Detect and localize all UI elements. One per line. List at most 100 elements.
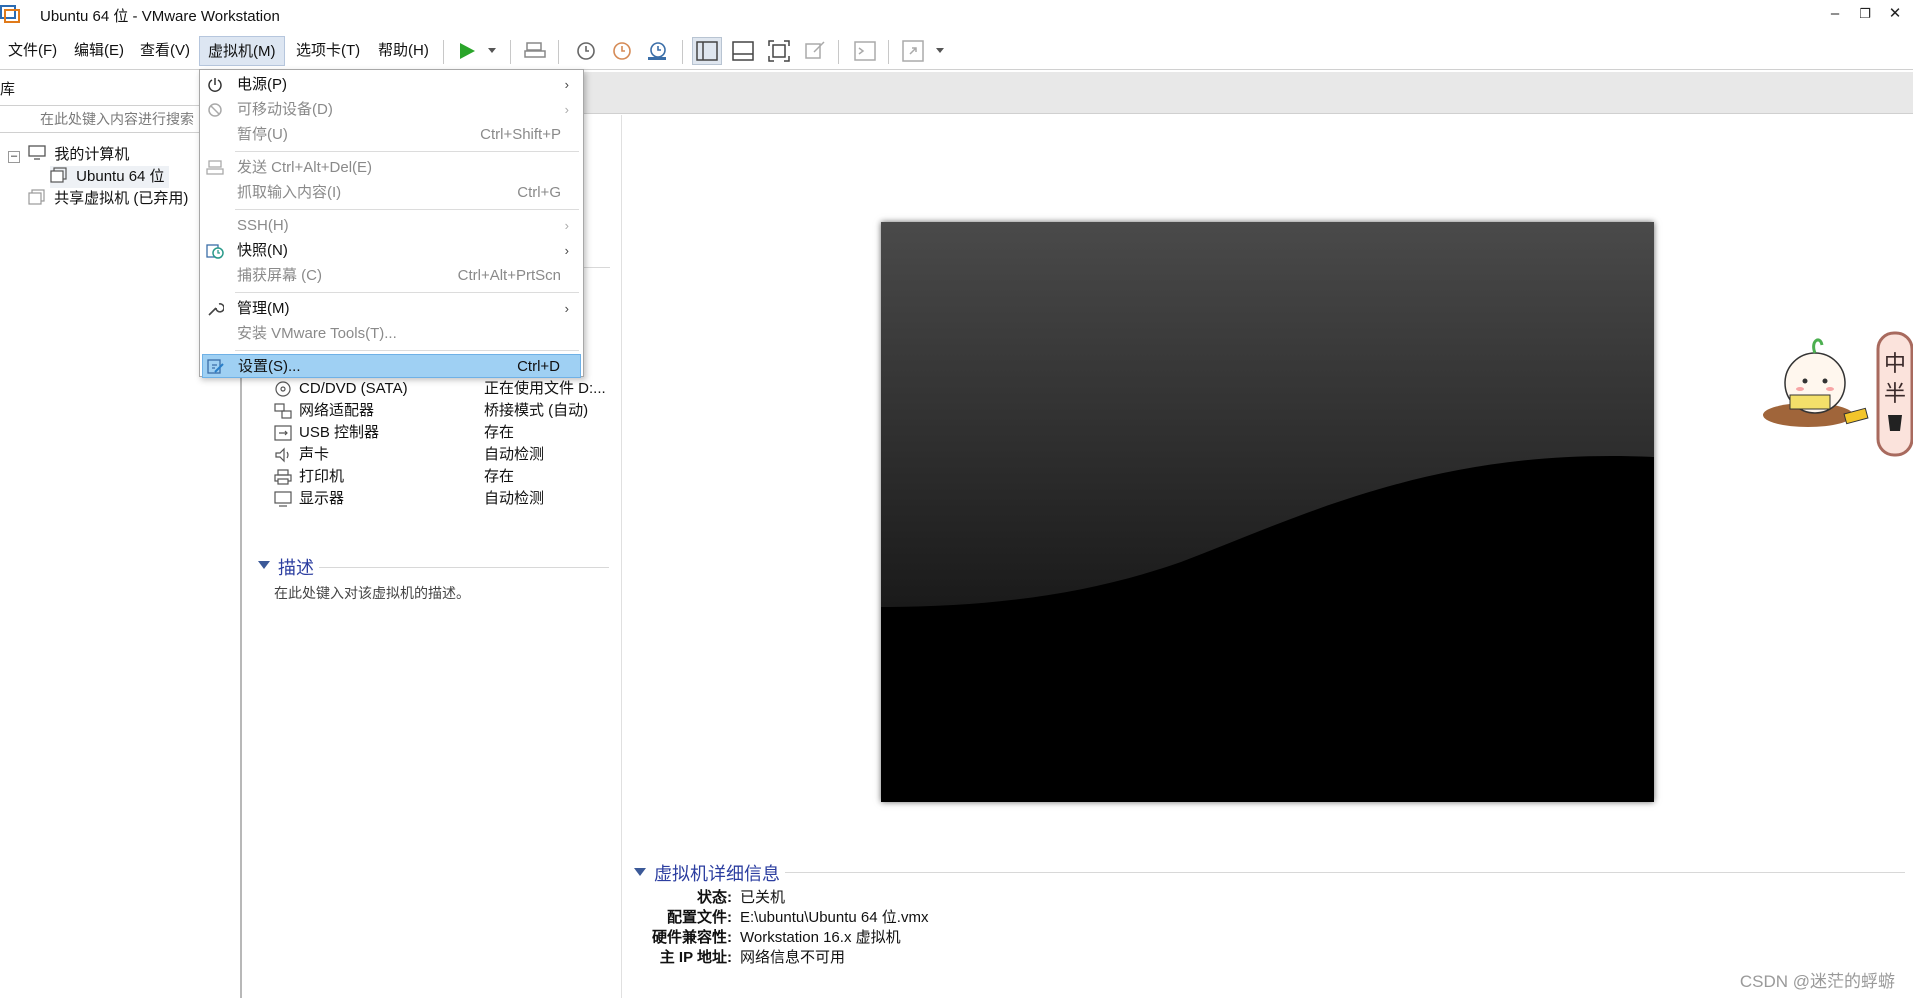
description-divider	[319, 567, 609, 568]
menu-label: 设置(S)...	[238, 358, 301, 375]
menu-shortcut: Ctrl+Shift+P	[480, 126, 561, 143]
menu-separator	[235, 292, 579, 293]
device-name: 网络适配器	[299, 402, 375, 419]
menu-label: 捕获屏幕 (C)	[237, 267, 322, 284]
tree-label: 共享虚拟机 (已弃用)	[54, 190, 189, 207]
revert-snapshot-icon	[613, 42, 631, 60]
restore-button[interactable]: ❐	[1850, 2, 1880, 26]
tree-label: Ubuntu 64 位	[76, 168, 165, 185]
device-row[interactable]: 打印机 存在	[274, 465, 614, 489]
vm-detail-key: 硬件兼容性:	[652, 929, 732, 946]
menu-tabs[interactable]: 选项卡(T)	[288, 36, 368, 66]
device-value: 桥接模式 (自动)	[484, 402, 589, 419]
snapshot-icon	[206, 244, 224, 259]
library-layout-icon	[696, 41, 718, 61]
snapshot-clock-icon	[577, 42, 595, 60]
device-row[interactable]: 网络适配器 桥接模式 (自动)	[274, 399, 614, 423]
vm-details-title[interactable]: 虚拟机详细信息	[654, 860, 780, 886]
device-name: 打印机	[299, 468, 345, 485]
vmware-app-icon	[0, 5, 20, 23]
snapshot-manager-icon	[648, 42, 666, 60]
console-view-button[interactable]	[850, 37, 880, 65]
menu-label: SSH(H)	[237, 217, 289, 234]
chevron-right-icon: ›	[564, 102, 569, 117]
device-row[interactable]: 声卡 自动检测	[274, 443, 614, 467]
settings-icon	[207, 359, 224, 374]
description-title[interactable]: 描述	[278, 554, 314, 580]
monitor-icon	[274, 491, 292, 507]
tree-item-shared-vms[interactable]: 共享虚拟机 (已弃用)	[28, 188, 188, 210]
device-name: CD/DVD (SATA)	[299, 380, 408, 397]
full-screen-icon	[768, 40, 790, 62]
menu-item-install-tools[interactable]: 安装 VMware Tools(T)...	[202, 322, 581, 346]
vm-dropdown-menu: 电源(P) › 可移动设备(D) › 暂停(U) Ctrl+Shift+P 发送…	[199, 69, 584, 378]
unity-button[interactable]	[800, 37, 830, 65]
device-value: 存在	[484, 468, 515, 485]
menu-item-pause[interactable]: 暂停(U) Ctrl+Shift+P	[202, 123, 581, 147]
menu-help[interactable]: 帮助(H)	[370, 36, 437, 66]
menu-edit[interactable]: 编辑(E)	[66, 36, 132, 66]
device-value: 自动检测	[484, 490, 545, 507]
tree-item-my-computer[interactable]: – 我的计算机	[8, 144, 129, 166]
send-cad-button[interactable]	[520, 37, 550, 65]
stretch-dropdown-arrow[interactable]	[936, 48, 944, 53]
sticker-text-1: 中	[1884, 352, 1906, 377]
chevron-right-icon: ›	[564, 301, 569, 316]
revert-snapshot-button[interactable]	[606, 37, 636, 65]
thumbnail-bar-button[interactable]	[728, 37, 758, 65]
menu-vm[interactable]: 虚拟机(M)	[199, 36, 285, 66]
computer-icon	[28, 145, 46, 160]
menu-item-settings[interactable]: 设置(S)... Ctrl+D	[202, 354, 581, 378]
collapse-icon[interactable]: –	[8, 151, 20, 163]
menu-label: 可移动设备(D)	[237, 101, 333, 118]
keyboard-send-icon	[206, 160, 224, 175]
device-row[interactable]: 显示器 自动检测	[274, 487, 614, 511]
menu-item-snapshot[interactable]: 快照(N) ›	[202, 239, 581, 263]
collapse-triangle-icon[interactable]	[634, 868, 646, 876]
power-dropdown-arrow[interactable]	[488, 48, 496, 53]
device-row[interactable]: USB 控制器 存在	[274, 421, 614, 445]
snapshot-manager-button[interactable]	[642, 37, 672, 65]
menu-file[interactable]: 文件(F)	[0, 36, 65, 66]
menu-separator	[235, 350, 579, 351]
menu-label: 暂停(U)	[237, 126, 288, 143]
power-on-button[interactable]	[452, 37, 482, 65]
menu-item-grab-input[interactable]: 抓取输入内容(I) Ctrl+G	[202, 181, 581, 205]
menu-item-removable-devices[interactable]: 可移动设备(D) ›	[202, 98, 581, 122]
menu-item-send-cad[interactable]: 发送 Ctrl+Alt+Del(E)	[202, 156, 581, 180]
stretch-guest-button[interactable]	[898, 37, 928, 65]
device-name: 显示器	[299, 490, 345, 507]
vm-icon	[50, 167, 67, 183]
menu-item-manage[interactable]: 管理(M) ›	[202, 297, 581, 321]
cd-icon	[275, 381, 291, 397]
power-icon	[208, 78, 222, 92]
device-row[interactable]: CD/DVD (SATA) 正在使用文件 D:...	[274, 377, 614, 401]
menu-item-capture-screen[interactable]: 捕获屏幕 (C) Ctrl+Alt+PrtScn	[202, 264, 581, 288]
menu-label: 电源(P)	[237, 76, 287, 93]
full-screen-button[interactable]	[764, 37, 794, 65]
collapse-triangle-icon[interactable]	[258, 561, 270, 569]
menu-item-ssh[interactable]: SSH(H) ›	[202, 214, 581, 238]
minimize-button[interactable]: –	[1820, 2, 1850, 26]
device-value: 正在使用文件 D:...	[484, 380, 606, 397]
vm-details-divider	[785, 872, 1905, 873]
snapshot-button[interactable]	[570, 37, 600, 65]
menu-view[interactable]: 查看(V)	[132, 36, 198, 66]
sticker-text-2: 半	[1884, 382, 1906, 407]
tree-item-ubuntu-vm[interactable]: Ubuntu 64 位	[50, 166, 169, 188]
toolbar-separator	[888, 40, 889, 64]
vm-detail-row: 状态: 已关机	[640, 888, 1240, 908]
vm-preview-thumbnail[interactable]	[881, 222, 1654, 802]
menu-label: 抓取输入内容(I)	[237, 184, 342, 201]
description-placeholder[interactable]: 在此处键入对该虚拟机的描述。	[274, 583, 470, 603]
shared-vm-icon	[28, 189, 45, 205]
cartoon-sticker-image: 中 半	[1763, 331, 1913, 457]
menu-item-power[interactable]: 电源(P) ›	[202, 73, 581, 97]
printer-icon	[274, 469, 292, 485]
menu-label: 快照(N)	[237, 242, 288, 259]
close-button[interactable]: ✕	[1880, 2, 1910, 26]
menu-shortcut: Ctrl+G	[517, 184, 561, 201]
show-library-button[interactable]	[692, 37, 722, 65]
keyboard-send-icon	[524, 42, 546, 58]
title-bar: Ubuntu 64 位 - VMware Workstation – ❐ ✕	[0, 0, 1913, 28]
